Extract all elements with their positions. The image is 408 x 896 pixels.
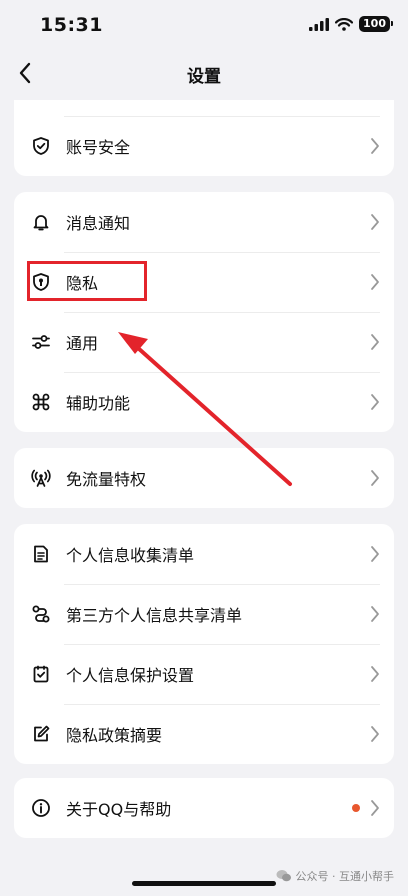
bell-icon bbox=[30, 211, 52, 233]
settings-section-general: 消息通知 隐私 通用 辅助功能 bbox=[14, 192, 394, 432]
settings-row-label: 免流量特权 bbox=[66, 470, 147, 489]
chevron-right-icon bbox=[371, 470, 379, 486]
settings-row-privacy-summary[interactable]: 隐私政策摘要 bbox=[14, 704, 394, 764]
status-icons: 100 bbox=[309, 16, 393, 32]
cellular-signal-icon bbox=[309, 17, 330, 31]
settings-row-privacy[interactable]: 隐私 bbox=[14, 252, 394, 312]
status-bar: 15:31 100 bbox=[0, 0, 408, 48]
settings-row-label: 消息通知 bbox=[66, 214, 131, 233]
wifi-icon bbox=[335, 17, 354, 31]
signal-tower-icon bbox=[30, 467, 52, 489]
shield-check-icon bbox=[30, 135, 52, 157]
chevron-right-icon bbox=[371, 666, 379, 682]
settings-row-label: 第三方个人信息共享清单 bbox=[66, 606, 243, 625]
watermark-text: 公众号 · 互通小帮手 bbox=[295, 870, 395, 883]
share-link-icon bbox=[30, 603, 52, 625]
chevron-right-icon bbox=[371, 394, 379, 410]
settings-row-about-help[interactable]: 关于QQ与帮助 bbox=[14, 778, 394, 838]
info-icon bbox=[30, 797, 52, 819]
settings-section-personal-info: 个人信息收集清单 第三方个人信息共享清单 个人信息保护设置 隐私政策摘要 bbox=[14, 524, 394, 764]
settings-row-free-data[interactable]: 免流量特权 bbox=[14, 448, 394, 508]
chevron-right-icon bbox=[371, 334, 379, 350]
chevron-right-icon bbox=[371, 274, 379, 290]
chevron-right-icon bbox=[371, 800, 379, 816]
home-indicator[interactable] bbox=[132, 881, 276, 886]
sliders-icon bbox=[30, 331, 52, 353]
settings-section-account: 账号安全 bbox=[14, 100, 394, 176]
chevron-right-icon bbox=[371, 726, 379, 742]
settings-row-info-protection[interactable]: 个人信息保护设置 bbox=[14, 644, 394, 704]
settings-section-about: 关于QQ与帮助 bbox=[14, 778, 394, 838]
settings-row-general[interactable]: 通用 bbox=[14, 312, 394, 372]
settings-row-label: 关于QQ与帮助 bbox=[66, 800, 172, 819]
settings-row-account-security[interactable]: 账号安全 bbox=[14, 116, 394, 176]
settings-row-label: 个人信息收集清单 bbox=[66, 546, 195, 565]
wechat-logo-icon bbox=[276, 870, 291, 882]
status-time: 15:31 bbox=[40, 14, 103, 36]
chevron-right-icon bbox=[371, 606, 379, 622]
command-icon bbox=[30, 391, 52, 413]
battery-icon: 100 bbox=[359, 16, 393, 32]
chevron-right-icon bbox=[371, 138, 379, 154]
page-title: 设置 bbox=[187, 67, 221, 87]
settings-row-accessibility[interactable]: 辅助功能 bbox=[14, 372, 394, 432]
settings-row-third-party-sharing[interactable]: 第三方个人信息共享清单 bbox=[14, 584, 394, 644]
settings-section-data: 免流量特权 bbox=[14, 448, 394, 508]
watermark: 公众号 · 互通小帮手 bbox=[276, 868, 395, 884]
settings-row-label: 隐私政策摘要 bbox=[66, 726, 163, 745]
settings-row-info-collection[interactable]: 个人信息收集清单 bbox=[14, 524, 394, 584]
chevron-right-icon bbox=[371, 546, 379, 562]
privacy-shield-icon bbox=[30, 271, 52, 293]
settings-row-label: 账号安全 bbox=[66, 138, 131, 157]
settings-row-label: 个人信息保护设置 bbox=[66, 666, 195, 685]
settings-row-label: 辅助功能 bbox=[66, 394, 131, 413]
nav-bar: 设置 bbox=[0, 50, 408, 96]
checkbox-doc-icon bbox=[30, 663, 52, 685]
notification-badge bbox=[352, 804, 360, 812]
settings-row-notifications[interactable]: 消息通知 bbox=[14, 192, 394, 252]
chevron-right-icon bbox=[371, 214, 379, 230]
edit-doc-icon bbox=[30, 723, 52, 745]
settings-row-label: 隐私 bbox=[66, 274, 99, 293]
document-list-icon bbox=[30, 543, 52, 565]
settings-row-label: 通用 bbox=[66, 334, 99, 353]
